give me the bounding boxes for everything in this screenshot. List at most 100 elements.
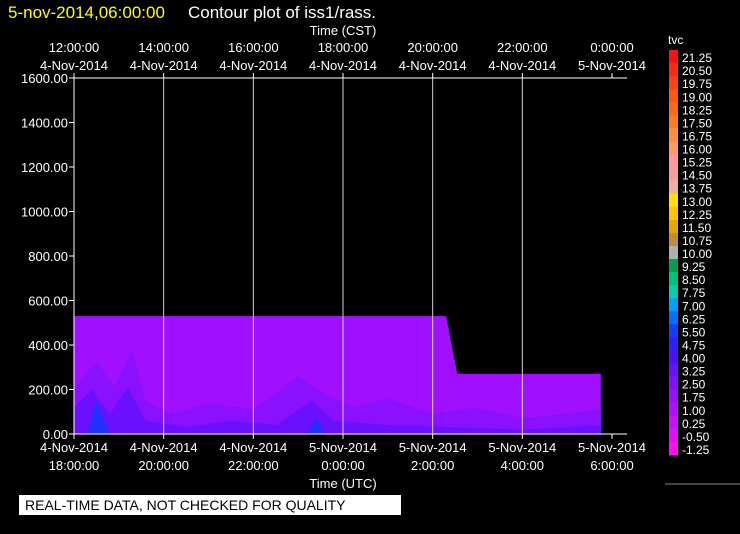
- colorbar-swatch: [669, 219, 678, 234]
- colorbar-swatch: [669, 89, 678, 103]
- colorbar-level: 2.50: [682, 378, 706, 392]
- y-tick-label: 800.00: [28, 249, 68, 264]
- y-tick-label: 1600.00: [21, 71, 68, 86]
- colorbar-level: 7.00: [682, 299, 706, 313]
- colorbar-swatch: [669, 337, 678, 351]
- colorbar-level: 20.50: [682, 64, 712, 78]
- colorbar-swatch: [669, 102, 678, 116]
- colorbar-level: 19.75: [682, 77, 712, 91]
- y-tick-label: 600.00: [28, 294, 68, 309]
- colorbar-swatch: [669, 128, 678, 142]
- bottom-tick-time: 0:00:00: [321, 458, 364, 473]
- bottom-tick-date: 4-Nov-2014: [219, 440, 287, 455]
- colorbar-swatch: [669, 441, 678, 456]
- top-tick-date: 5-Nov-2014: [578, 58, 646, 73]
- top-tick-date: 4-Nov-2014: [309, 58, 377, 73]
- colorbar-level: 8.50: [682, 273, 706, 287]
- colorbar-level: 3.25: [682, 365, 706, 379]
- top-axis-label: Time (CST): [310, 23, 377, 38]
- contour-fill: [74, 316, 601, 434]
- bottom-tick-time: 18:00:00: [49, 458, 100, 473]
- bottom-tick-date: 5-Nov-2014: [309, 440, 377, 455]
- bottom-tick-date: 4-Nov-2014: [40, 440, 108, 455]
- colorbar-swatch: [669, 193, 678, 208]
- colorbar-level: 16.75: [682, 129, 712, 143]
- top-tick-time: 16:00:00: [228, 40, 279, 55]
- colorbar-swatch: [669, 376, 678, 391]
- y-tick-label: 0.00: [43, 427, 68, 442]
- colorbar-swatch: [669, 232, 678, 247]
- bottom-tick-date: 4-Nov-2014: [130, 440, 198, 455]
- bottom-tick-date: 5-Nov-2014: [578, 440, 646, 455]
- top-tick-date: 4-Nov-2014: [399, 58, 467, 73]
- top-tick-date: 4-Nov-2014: [130, 58, 198, 73]
- colorbar-level: 7.75: [682, 286, 706, 300]
- bottom-axis-label: Time (UTC): [309, 476, 376, 491]
- colorbar-swatch: [669, 154, 678, 169]
- colorbar-level: 4.75: [682, 338, 706, 352]
- colorbar: 21.2520.5019.7519.0018.2517.5016.7516.00…: [669, 50, 712, 457]
- bottom-tick-time: 22:00:00: [228, 458, 279, 473]
- colorbar-level: 1.00: [682, 404, 706, 418]
- colorbar-swatch: [669, 167, 678, 182]
- colorbar-swatch: [669, 259, 678, 273]
- colorbar-swatch: [669, 63, 678, 77]
- colorbar-swatch: [669, 76, 678, 90]
- colorbar-level: 15.25: [682, 156, 712, 170]
- colorbar-level: 18.25: [682, 103, 712, 117]
- colorbar-level: 12.25: [682, 208, 712, 222]
- colorbar-level: 4.00: [682, 352, 706, 366]
- colorbar-level: 5.50: [682, 325, 706, 339]
- bottom-axis-ticks: 4-Nov-2014 18:00:00 4-Nov-2014 20:00:00 4-No…: [40, 434, 646, 473]
- colorbar-level: 16.00: [682, 143, 712, 157]
- top-tick-date: 4-Nov-2014: [219, 58, 287, 73]
- colorbar-swatch: [669, 298, 678, 312]
- colorbar-label: tvc: [668, 33, 683, 47]
- top-tick-time: 0:00:00: [590, 40, 633, 55]
- colorbar-swatch: [669, 206, 678, 221]
- top-tick-time: 12:00:00: [49, 40, 100, 55]
- colorbar-level: 0.25: [682, 417, 706, 431]
- colorbar-level: 13.00: [682, 195, 712, 209]
- colorbar-level: 6.25: [682, 312, 706, 326]
- y-tick-label: 200.00: [28, 383, 68, 398]
- top-axis-ticks: 12:00:00 4-Nov-2014 14:00:00 4-Nov-2014 16:0…: [40, 40, 646, 78]
- colorbar-level: 13.75: [682, 182, 712, 196]
- y-tick-label: 1000.00: [21, 205, 68, 220]
- colorbar-level: 19.00: [682, 90, 712, 104]
- colorbar-level: 14.50: [682, 169, 712, 183]
- top-tick-date: 4-Nov-2014: [488, 58, 556, 73]
- bottom-tick-time: 2:00:00: [411, 458, 454, 473]
- colorbar-swatch: [669, 363, 678, 378]
- colorbar-swatch: [669, 402, 678, 417]
- colorbar-level: -1.25: [682, 443, 710, 457]
- top-tick-time: 20:00:00: [407, 40, 458, 55]
- colorbar-swatch: [669, 115, 678, 129]
- plot-title: Contour plot of iss1/rass.: [188, 3, 376, 22]
- colorbar-level: -0.50: [682, 430, 710, 444]
- colorbar-level: 11.50: [682, 221, 711, 235]
- y-tick-label: 400.00: [28, 338, 68, 353]
- bottom-tick-time: 20:00:00: [138, 458, 189, 473]
- colorbar-level: 10.00: [682, 247, 712, 261]
- top-tick-time: 22:00:00: [497, 40, 548, 55]
- colorbar-swatch: [669, 350, 678, 365]
- y-axis-ticks: 0.00 200.00 400.00 600.00 800.00 1000.00 1200.…: [21, 71, 74, 442]
- top-tick-time: 18:00:00: [318, 40, 369, 55]
- colorbar-swatch: [669, 415, 678, 430]
- colorbar-swatch: [669, 428, 678, 443]
- colorbar-swatch: [669, 245, 678, 260]
- colorbar-swatch: [669, 141, 678, 156]
- colorbar-level: 1.75: [682, 391, 706, 405]
- plot-timestamp: 5-nov-2014,06:00:00: [8, 3, 165, 22]
- bottom-tick-date: 5-Nov-2014: [488, 440, 556, 455]
- top-tick-time: 14:00:00: [138, 40, 189, 55]
- colorbar-swatch: [669, 272, 678, 286]
- bottom-tick-time: 4:00:00: [501, 458, 544, 473]
- quality-banner: REAL-TIME DATA, NOT CHECKED FOR QUALITY: [19, 495, 401, 515]
- colorbar-swatch: [669, 311, 678, 325]
- colorbar-level: 17.50: [682, 116, 712, 130]
- contour-chart: 5-nov-2014,06:00:00 Contour plot of iss1…: [8, 3, 740, 491]
- colorbar-swatch: [669, 180, 678, 195]
- colorbar-swatch: [669, 324, 678, 338]
